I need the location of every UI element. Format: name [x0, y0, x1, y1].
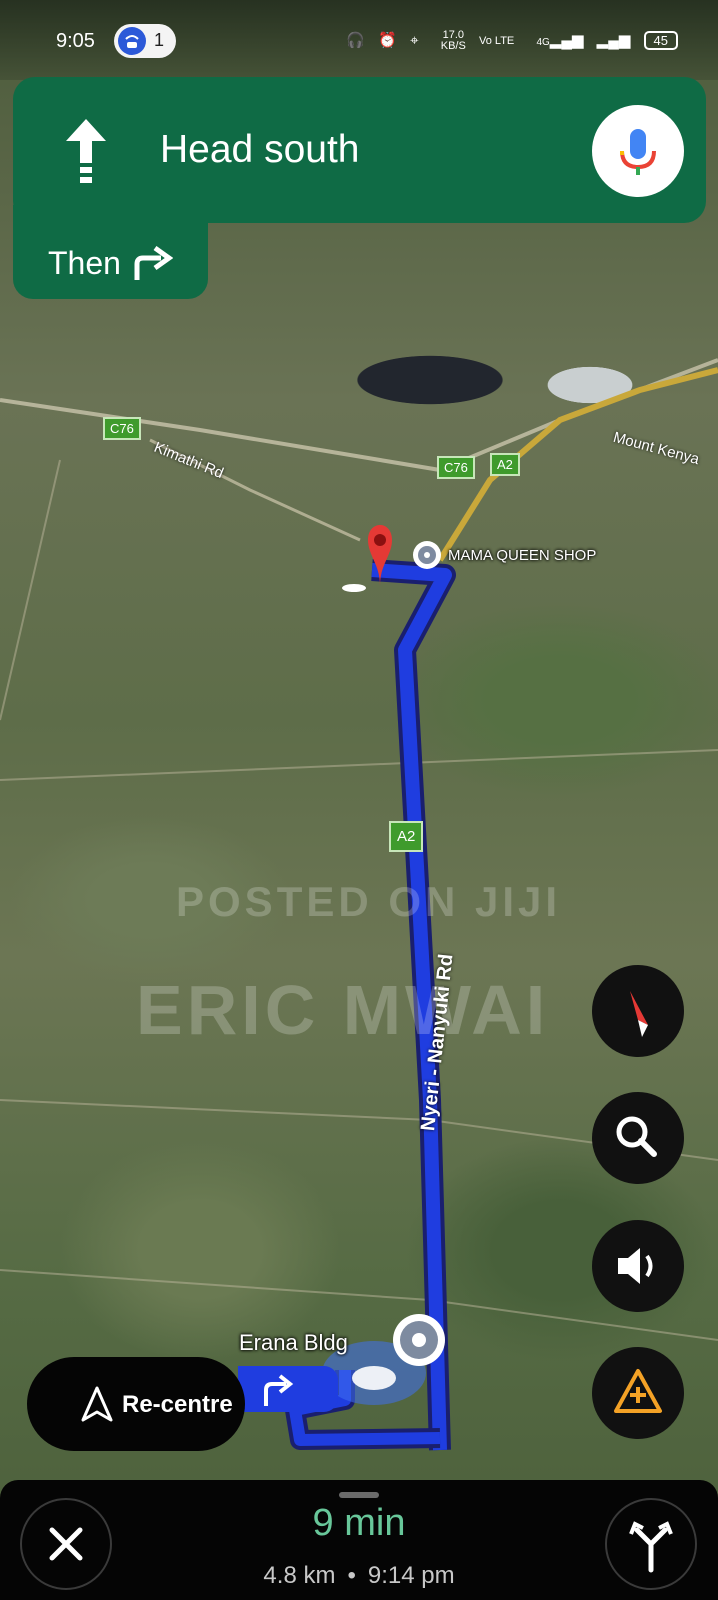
- report-incident-icon: [614, 1369, 662, 1413]
- arrow-straight-icon: [66, 119, 106, 183]
- watermark-line2: ERIC MWAI: [136, 971, 550, 1049]
- drag-handle[interactable]: [339, 1492, 379, 1498]
- data-speed: 17.0 KB/S: [440, 29, 466, 52]
- headphones-icon: 🎧: [346, 31, 366, 49]
- hotspot-indicator[interactable]: 1: [114, 24, 176, 58]
- navigation-arrow-icon: [81, 1386, 113, 1422]
- status-bar: 9:05 1 🎧 ⏰ ⌖ 17.0 KB/S Vo LTE 4G▂▄▆ ▂▄▆ 4…: [0, 0, 718, 80]
- compass-button[interactable]: [592, 965, 684, 1057]
- route-shield-a2: A2: [389, 821, 424, 852]
- voice-search-button[interactable]: [592, 105, 684, 197]
- signal-icon: 4G▂▄▆: [536, 31, 584, 49]
- route-shield-c76: C76: [103, 417, 141, 440]
- search-icon: [616, 1116, 657, 1157]
- alarm-icon: ⏰: [378, 31, 397, 49]
- route-shield-a2: A2: [490, 453, 520, 476]
- status-time: 9:05: [56, 30, 95, 52]
- location-icon: ⌖: [410, 31, 419, 49]
- hotspot-count: 1: [154, 30, 165, 50]
- alternate-routes-icon: [629, 1521, 673, 1573]
- status-icons: 🎧 ⏰ ⌖ 17.0 KB/S Vo LTE 4G▂▄▆ ▂▄▆ 45: [337, 30, 678, 52]
- recentre-label: Re-centre: [122, 1391, 233, 1418]
- battery-indicator: 45: [643, 30, 678, 50]
- turn-right-icon: [264, 1374, 294, 1406]
- sound-button[interactable]: [592, 1220, 684, 1312]
- route-shield-c76: C76: [437, 456, 475, 479]
- compass-icon: [630, 991, 648, 1037]
- turn-right-icon: [134, 246, 173, 280]
- hotspot-icon: [118, 27, 146, 55]
- microphone-icon: [620, 129, 656, 175]
- trip-distance: 4.8 km: [263, 1562, 336, 1589]
- alternate-routes-button[interactable]: [605, 1498, 697, 1590]
- exit-navigation-button[interactable]: [20, 1498, 112, 1590]
- recentre-button[interactable]: Re-centre: [27, 1357, 245, 1451]
- search-button[interactable]: [592, 1092, 684, 1184]
- place-label-erana-bldg[interactable]: Erana Bldg: [239, 1330, 348, 1356]
- then-label: Then: [48, 245, 121, 281]
- close-icon: [49, 1527, 83, 1561]
- trip-arrival: 9:14 pm: [367, 1562, 455, 1589]
- trip-separator: •: [347, 1562, 356, 1589]
- place-label-mama-queen-shop[interactable]: MAMA QUEEN SHOP: [448, 547, 596, 564]
- volume-icon: [618, 1248, 653, 1284]
- signal-2-icon: ▂▄▆: [596, 31, 631, 49]
- volte-indicator: Vo LTE: [479, 34, 515, 47]
- instruction-text: Head south: [160, 128, 360, 171]
- watermark-line1: POSTED ON JIJI: [176, 878, 562, 925]
- next-turn-indicator: [238, 1366, 338, 1412]
- report-incident-button[interactable]: [592, 1347, 684, 1439]
